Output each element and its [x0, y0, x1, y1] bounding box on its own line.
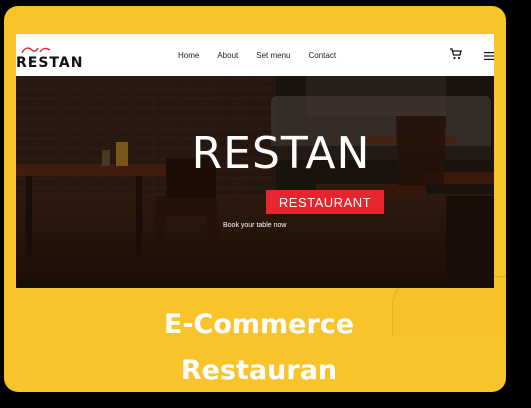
- hero-title: RESTAN: [191, 128, 371, 179]
- project-card[interactable]: RESTAN Home About Set menu Contact RESTA…: [4, 6, 506, 392]
- hamburger-menu-icon[interactable]: [484, 52, 494, 60]
- site-logo[interactable]: RESTAN: [16, 55, 83, 71]
- website-screenshot: RESTAN Home About Set menu Contact RESTA…: [16, 34, 494, 288]
- hero-subtitle: Book your table now: [223, 222, 287, 229]
- site-header: RESTAN Home About Set menu Contact: [16, 34, 494, 76]
- nav-contact[interactable]: Contact: [309, 51, 337, 60]
- nav-home[interactable]: Home: [178, 51, 199, 60]
- nav-about[interactable]: About: [217, 51, 238, 60]
- restaurant-badge[interactable]: RESTAURANT: [266, 190, 384, 214]
- restaurant-interior-image: [16, 76, 494, 288]
- nav-set-menu[interactable]: Set menu: [256, 51, 290, 60]
- site-nav: Home About Set menu Contact: [178, 51, 354, 60]
- project-caption: E-Commerce Restauran: [8, 302, 506, 392]
- caption-line-1: E-Commerce: [163, 309, 355, 340]
- hero-section: RESTAN RESTAURANT Book your table now: [16, 76, 494, 288]
- caption-line-2: Restauran: [180, 355, 338, 386]
- cart-icon[interactable]: [450, 48, 462, 60]
